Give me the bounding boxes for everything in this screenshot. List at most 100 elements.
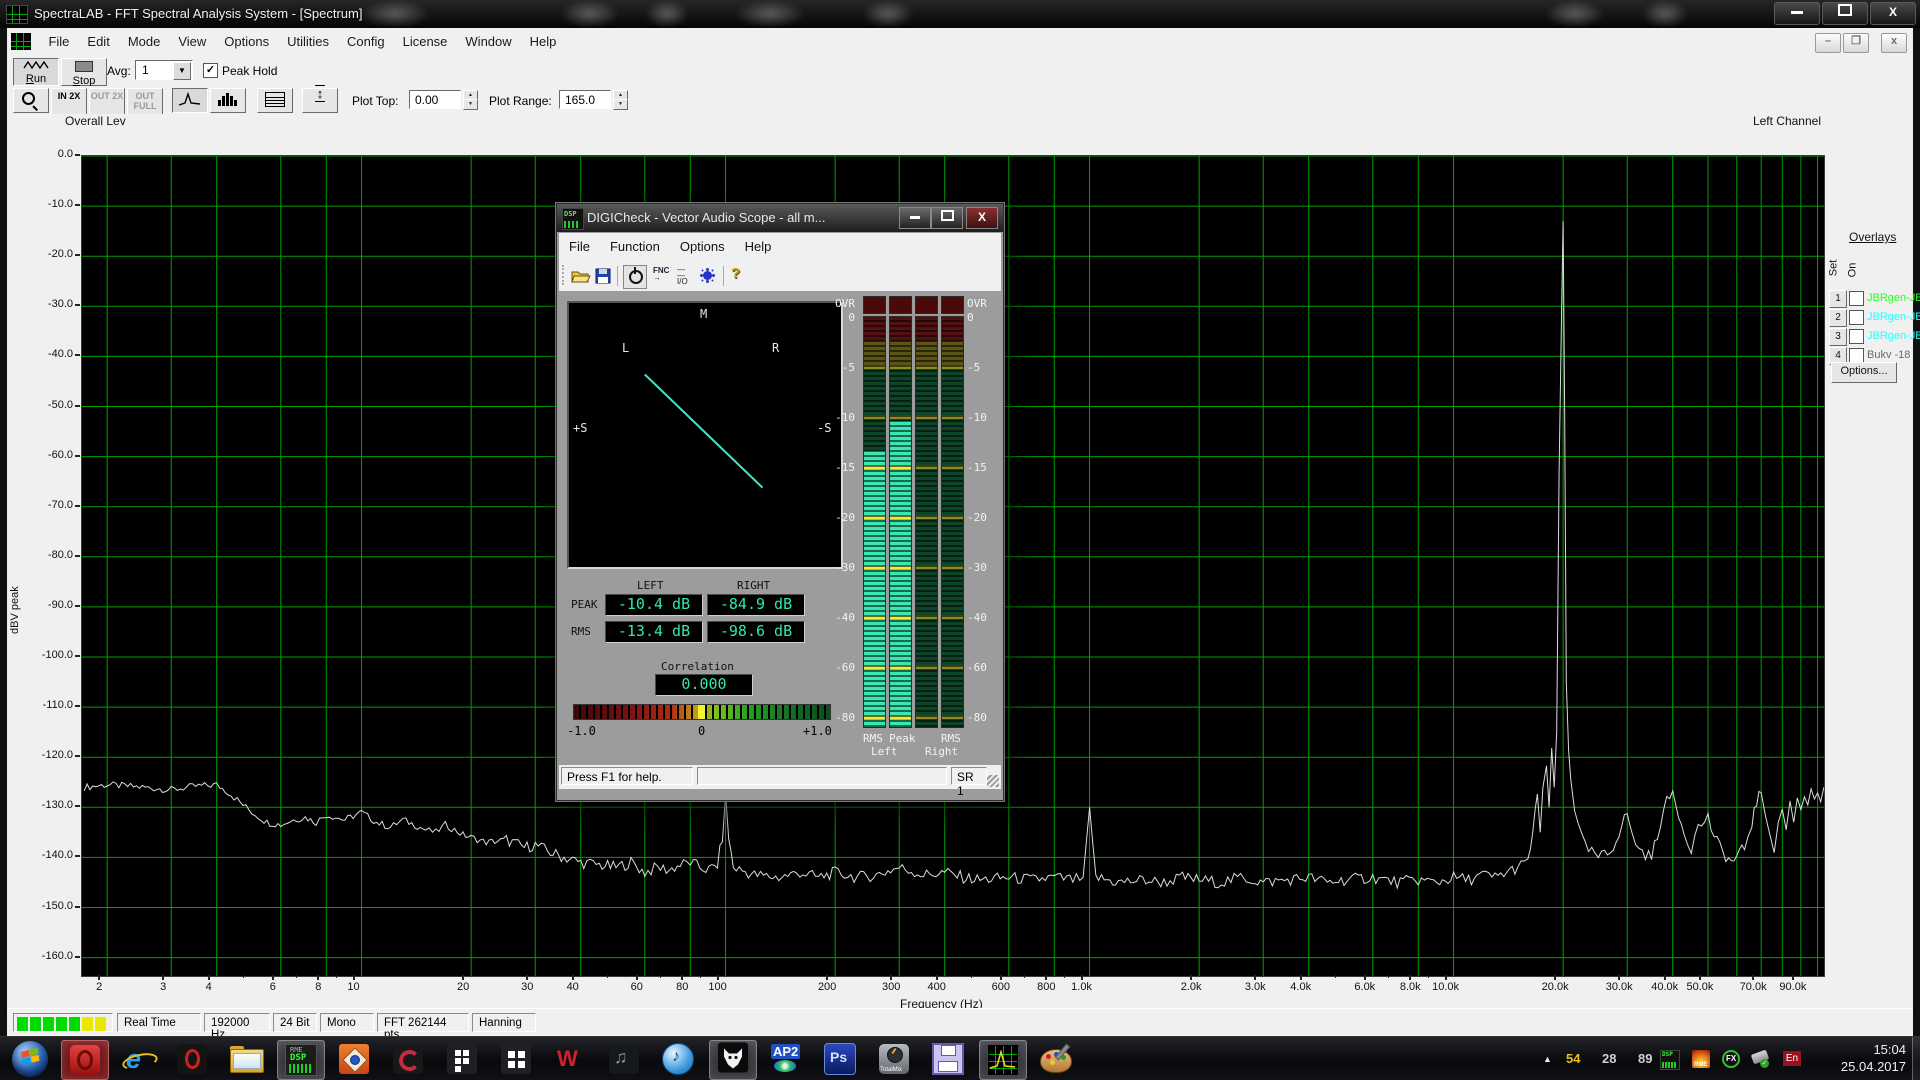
taskbar-item-totalmix[interactable]: TotalMix (871, 1040, 917, 1078)
taskbar-item-wavelab[interactable]: W (547, 1040, 593, 1078)
overlay-set-button-1[interactable]: 1 (1829, 290, 1847, 308)
taskbar-item-grid-dots[interactable] (439, 1040, 485, 1078)
digicheck-window[interactable]: DSP DIGICheck - Vector Audio Scope - all… (556, 203, 1004, 801)
display-options-button[interactable] (257, 88, 293, 113)
overlay-on-checkbox-3[interactable] (1849, 329, 1864, 344)
overlay-on-checkbox-1[interactable] (1849, 291, 1864, 306)
taskbar-item-blue-note[interactable]: ♪ (655, 1040, 701, 1078)
taskbar-item-cubase[interactable] (385, 1040, 431, 1078)
menu-mode[interactable]: Mode (119, 28, 170, 49)
combo-arrow-icon[interactable]: ▼ (173, 62, 191, 80)
taskbar-item-start[interactable] (7, 1040, 53, 1078)
level-block (56, 1017, 67, 1031)
zoom-out-2x-button[interactable]: OUT 2X (89, 88, 125, 115)
stop-icon (75, 61, 93, 72)
mdi-minimize-button[interactable]: – (1815, 33, 1841, 53)
menu-file[interactable]: File (39, 28, 78, 49)
menu-options[interactable]: Options (215, 28, 278, 49)
menu-utilities[interactable]: Utilities (278, 28, 338, 49)
y-tick-label: -70.0 (27, 499, 73, 511)
digicheck-menu-options[interactable]: Options (670, 233, 735, 254)
x-minor-tick (336, 975, 337, 978)
digicheck-titlebar[interactable]: DSP DIGICheck - Vector Audio Scope - all… (557, 204, 1003, 232)
peak-hold-checkbox[interactable]: ✓ (203, 63, 218, 78)
line-plot-button[interactable] (172, 88, 208, 113)
bar-plot-button[interactable] (210, 88, 246, 113)
x-tick (208, 975, 210, 980)
help-icon[interactable]: ? (731, 265, 740, 282)
overlay-on-checkbox-4[interactable] (1849, 348, 1864, 363)
digicheck-minimize-button[interactable] (899, 207, 931, 229)
resize-grip[interactable] (987, 775, 999, 787)
magnifier-icon (22, 92, 35, 105)
minimize-button[interactable] (1774, 2, 1820, 25)
taskbar-item-foobar[interactable] (709, 1040, 757, 1080)
plot-top-spinner[interactable]: ▲▼ (463, 90, 476, 109)
show-desktop-button[interactable] (1912, 1037, 1920, 1080)
taskbar-item-spectralab[interactable] (979, 1040, 1027, 1080)
function-select-icon[interactable]: FNC→ (653, 267, 669, 281)
digicheck-close-button[interactable]: X (966, 207, 998, 229)
taskbar-item-ie[interactable]: e (115, 1040, 161, 1078)
avg-combo[interactable]: 1 ▼ (135, 60, 193, 80)
save-file-icon[interactable] (595, 268, 611, 284)
taskbar-item-music-dark[interactable]: ♫ (601, 1040, 647, 1078)
scale-range-button[interactable]: ↕ (302, 88, 338, 113)
open-file-icon[interactable] (571, 268, 591, 284)
menu-license[interactable]: License (394, 28, 457, 49)
peak-right-readout: -84.9 dB (707, 594, 805, 616)
menu-help[interactable]: Help (521, 28, 566, 49)
paint-icon (1040, 1045, 1072, 1073)
x-tick-label: 2 (77, 981, 121, 993)
taskbar-item-ap2[interactable]: AP2 (763, 1040, 809, 1078)
x-tick-label: 60 (615, 981, 659, 993)
taskbar-item-faststone[interactable] (331, 1040, 377, 1078)
menu-view[interactable]: View (169, 28, 215, 49)
power-toggle-button[interactable] (623, 265, 647, 289)
y-tick-label: 0.0 (27, 148, 73, 160)
taskbar-clock[interactable]: 15:04 25.04.2017 (1841, 1041, 1906, 1075)
taskbar-item-grid-dots2[interactable] (493, 1040, 539, 1078)
menu-edit[interactable]: Edit (78, 28, 118, 49)
taskbar-item-photoshop[interactable]: Ps (817, 1040, 863, 1078)
taskbar-item-paint[interactable] (1033, 1040, 1079, 1078)
run-button[interactable]: Run (13, 58, 59, 86)
maximize-button[interactable] (1822, 2, 1868, 25)
close-button[interactable]: X (1870, 2, 1916, 25)
taskbar-item-floppy[interactable] (925, 1040, 971, 1078)
correlation-label: Correlation (661, 660, 734, 673)
meter-scale--40: -40 (967, 611, 1001, 624)
stop-button[interactable]: Stop (61, 58, 107, 86)
overlay-on-checkbox-2[interactable] (1849, 310, 1864, 325)
digicheck-maximize-button[interactable] (931, 207, 963, 229)
zoom-in-2x-button[interactable]: IN 2X (51, 88, 87, 115)
overlay-set-button-3[interactable]: 3 (1829, 328, 1847, 346)
plot-top-label: Plot Top: (352, 94, 398, 108)
taskbar-item-opera-red[interactable] (61, 1040, 109, 1080)
x-tick-label: 200 (805, 981, 849, 993)
zoom-lens-button[interactable] (13, 88, 49, 113)
y-tick (75, 705, 80, 707)
taskbar-item-opera-dark[interactable] (169, 1040, 215, 1078)
zoom-out-full-button[interactable]: OUT FULL (127, 88, 163, 115)
clock-date: 25.04.2017 (1841, 1058, 1906, 1075)
mdi-close-button[interactable]: x (1881, 33, 1907, 53)
mdi-restore-button[interactable]: ❐ (1843, 33, 1869, 53)
plot-top-input[interactable]: 0.00 (409, 90, 461, 109)
menu-config[interactable]: Config (338, 28, 394, 49)
taskbar-item-rme-dsp[interactable]: RMEDSP (277, 1040, 325, 1080)
menu-window[interactable]: Window (456, 28, 520, 49)
overlay-label-4: Bukv -18 (1867, 349, 1920, 361)
digicheck-menu-help[interactable]: Help (735, 233, 782, 254)
overlay-set-button-2[interactable]: 2 (1829, 309, 1847, 327)
taskbar-item-explorer[interactable] (223, 1040, 269, 1078)
plot-range-spinner[interactable]: ▲▼ (613, 90, 626, 109)
io-settings-icon[interactable]: ——I/O (677, 267, 688, 285)
overlays-options-button[interactable]: Options... (1831, 362, 1897, 383)
glass-glow (645, 0, 689, 28)
digicheck-menu-function[interactable]: Function (600, 233, 670, 254)
status-panel: 24 Bit (273, 1013, 317, 1032)
plot-range-input[interactable]: 165.0 (559, 90, 611, 109)
brightness-icon[interactable] (703, 271, 712, 280)
digicheck-menu-file[interactable]: File (559, 233, 600, 254)
